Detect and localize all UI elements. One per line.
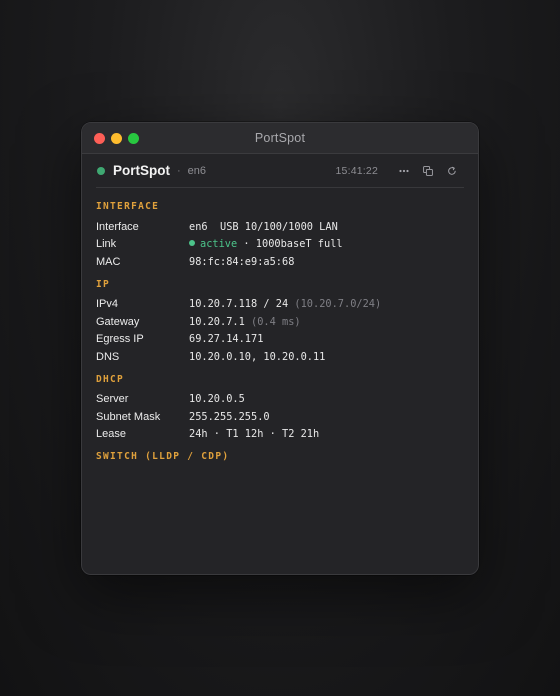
window-title: PortSpot <box>254 131 306 145</box>
value-mac[interactable]: 98:fc:84:e9:a5:68 <box>189 256 294 268</box>
value-ipv4[interactable]: 10.20.7.118 / 24 (10.20.7.0/24) <box>189 298 381 310</box>
ipv4-address: 10.20.7.118 / 24 <box>189 298 289 311</box>
row-dns: DNS 10.20.0.10, 10.20.0.11 <box>96 348 464 366</box>
value-egress[interactable]: 69.27.14.171 <box>189 333 263 345</box>
switch-section: SWITCH (LLDP / CDP) <box>96 450 464 464</box>
value-dns[interactable]: 10.20.0.10, 10.20.0.11 <box>189 351 325 363</box>
title-bar[interactable]: PortSpot <box>82 123 478 154</box>
refresh-icon <box>448 166 456 175</box>
label-dns: DNS <box>96 350 120 363</box>
ellipsis-icon <box>399 169 409 172</box>
label-ipv4: IPv4 <box>96 298 119 311</box>
label-egress: Egress IP <box>96 333 144 346</box>
ip-section: IP IPv4 10.20.7.118 / 24 (10.20.7.0/24) … <box>96 278 464 366</box>
row-mac: MAC 98:fc:84:e9:a5:68 <box>96 253 464 271</box>
value-interface[interactable]: en6 USB 10/100/1000 LAN <box>189 221 338 233</box>
more-button[interactable] <box>392 169 416 173</box>
label-link: Link <box>96 238 117 251</box>
value-lease[interactable]: 24h · T1 12h · T2 21h <box>189 428 319 440</box>
value-subnet-mask[interactable]: 255.255.255.0 <box>189 411 270 423</box>
app-header: PortSpot · en6 15:41:22 <box>96 154 464 188</box>
zoom-button[interactable] <box>128 133 139 144</box>
header-separator: · <box>177 164 181 177</box>
refresh-button[interactable] <box>440 166 464 176</box>
minimize-button[interactable] <box>111 133 122 144</box>
close-button[interactable] <box>94 133 105 144</box>
header-interface: en6 <box>187 164 207 177</box>
section-title-dhcp: DHCP <box>96 373 125 385</box>
label-subnet-mask: Subnet Mask <box>96 410 161 423</box>
row-link: Link active · 1000baseT full <box>96 236 464 254</box>
copy-icon <box>423 165 433 176</box>
ipv4-subnet: (10.20.7.0/24) <box>288 298 382 311</box>
section-title-interface: INTERFACE <box>96 201 160 212</box>
value-server[interactable]: 10.20.0.5 <box>189 393 245 405</box>
link-status-dot <box>189 240 195 247</box>
section-title-switch: SWITCH (LLDP / CDP) <box>96 451 230 462</box>
row-subnet-mask: Subnet Mask 255.255.255.0 <box>96 408 464 426</box>
row-interface: Interface en6 USB 10/100/1000 LAN <box>96 218 464 236</box>
label-lease: Lease <box>96 428 126 441</box>
gateway-address: 10.20.7.1 <box>189 315 245 328</box>
row-egress: Egress IP 69.27.14.171 <box>96 331 464 349</box>
copy-button[interactable] <box>416 165 440 176</box>
app-window: PortSpot PortSpot · en6 15:41:22 INTERFA… <box>81 122 479 575</box>
value-gateway[interactable]: 10.20.7.1 (0.4 ms) <box>189 316 301 328</box>
row-lease: Lease 24h · T1 12h · T2 21h <box>96 426 464 444</box>
content: INTERFACE Interface en6 USB 10/100/1000 … <box>82 188 478 464</box>
dhcp-section: DHCP Server 10.20.0.5 Subnet Mask 255.25… <box>96 373 464 444</box>
label-mac: MAC <box>96 255 121 268</box>
status-indicator <box>97 166 105 175</box>
row-gateway: Gateway 10.20.7.1 (0.4 ms) <box>96 313 464 331</box>
label-server: Server <box>96 393 129 406</box>
value-link[interactable]: active · 1000baseT full <box>189 238 343 250</box>
row-ipv4: IPv4 10.20.7.118 / 24 (10.20.7.0/24) <box>96 296 464 314</box>
gateway-latency: (0.4 ms) <box>244 315 301 328</box>
header-actions: 15:41:22 <box>336 165 464 177</box>
clock: 15:41:22 <box>335 164 378 177</box>
window-controls <box>94 133 139 144</box>
label-interface: Interface <box>96 220 139 233</box>
section-title-ip: IP <box>96 278 111 290</box>
app-name: PortSpot <box>113 163 170 178</box>
link-speed: · 1000baseT full <box>237 238 343 251</box>
label-gateway: Gateway <box>96 315 140 328</box>
link-status: active <box>200 238 238 251</box>
interface-section: INTERFACE Interface en6 USB 10/100/1000 … <box>96 200 464 271</box>
row-server: Server 10.20.0.5 <box>96 391 464 409</box>
